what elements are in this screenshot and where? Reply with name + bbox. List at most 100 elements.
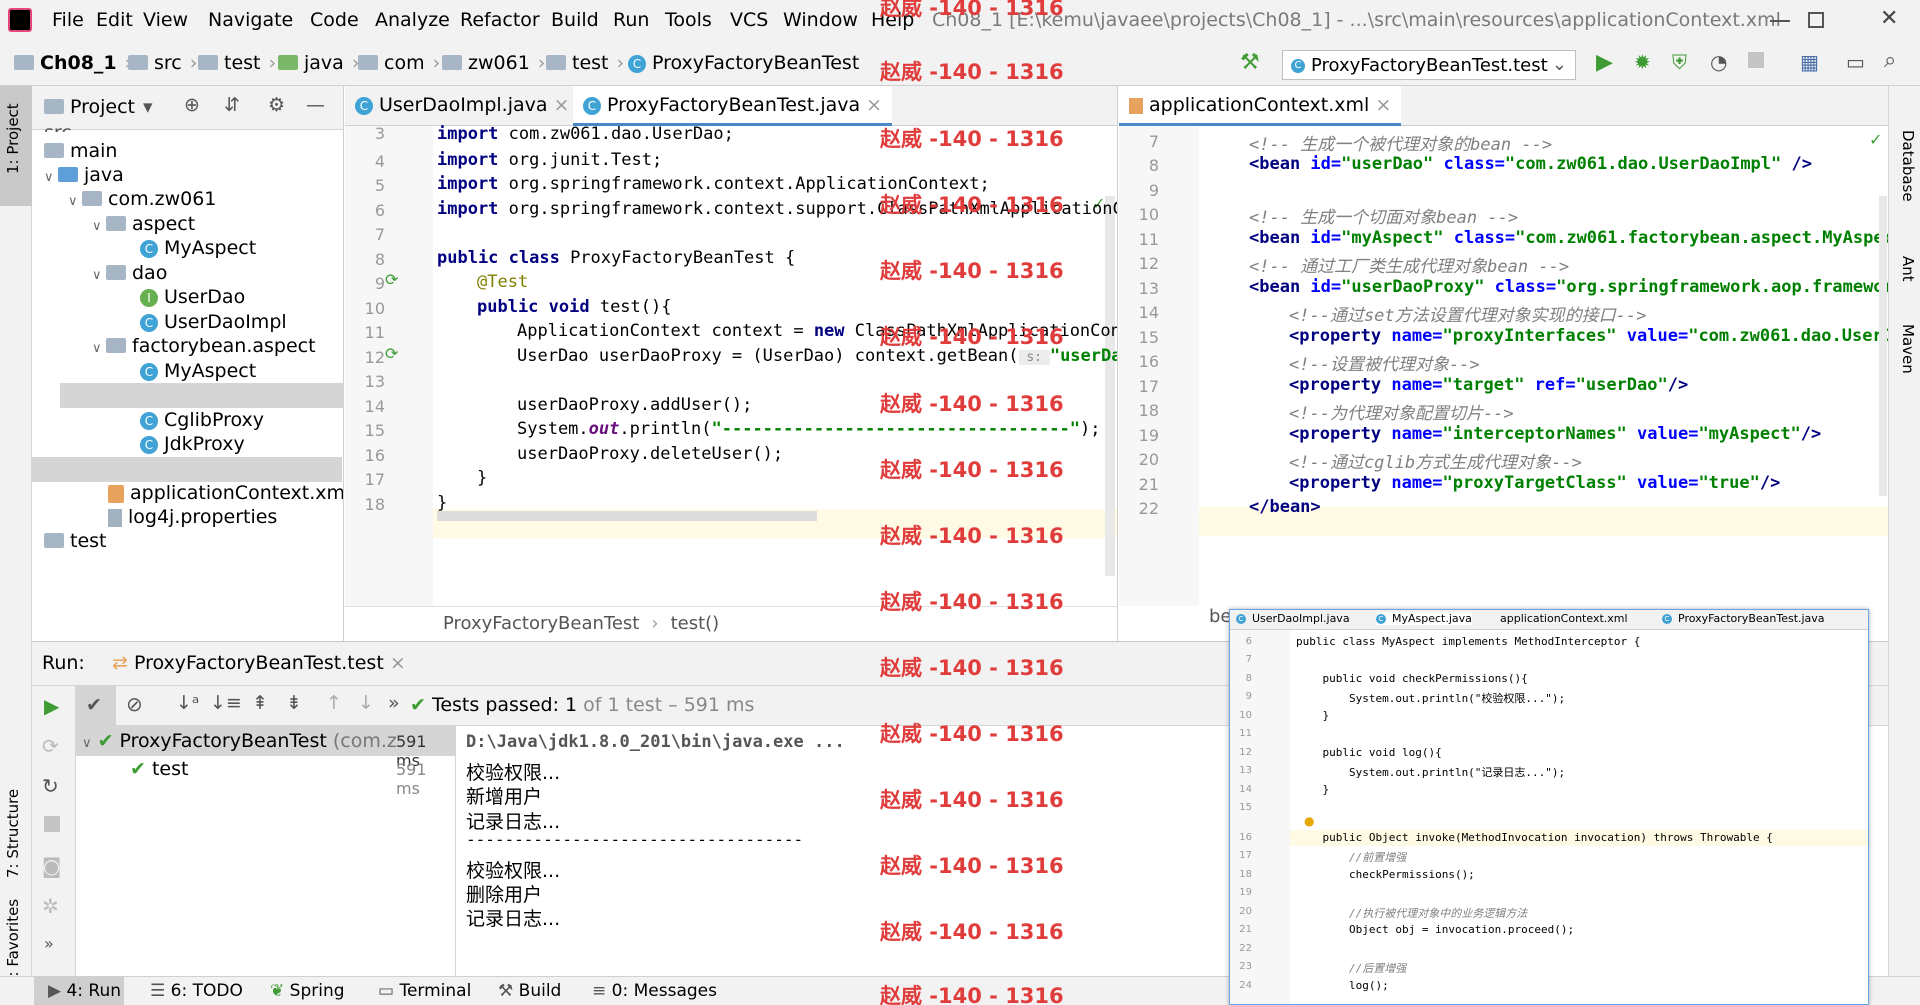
camera-icon[interactable]: ◙	[42, 854, 61, 878]
menu-navigate[interactable]: Navigate	[208, 9, 293, 31]
stop-icon[interactable]	[1748, 52, 1764, 68]
menu-analyze[interactable]: Analyze	[375, 9, 450, 31]
code-line[interactable]: ApplicationContext context = new ClassPa…	[517, 321, 1117, 341]
coverage-icon[interactable]: ⛨	[1672, 50, 1687, 74]
breadcrumb-test-pkg[interactable]: test ›	[546, 52, 624, 74]
code-line[interactable]: userDaoProxy.addUser();	[517, 395, 752, 415]
build-hammer-icon[interactable]: ⚒	[1240, 50, 1260, 75]
tree-item-applicationcontext[interactable]: applicationContext.xml	[108, 482, 343, 504]
more-icon[interactable]: »	[44, 934, 54, 953]
tab-proxyfactorybeantest[interactable]: C ProxyFactoryBeanTest.java ×	[573, 86, 893, 126]
tree-item-jdkproxy[interactable]: C JdkProxy	[140, 433, 245, 455]
profile-icon[interactable]: ◔	[1710, 50, 1727, 74]
tool-tab-terminal[interactable]: ▭ Terminal	[378, 981, 471, 1001]
locate-icon[interactable]: ⊕	[184, 94, 200, 116]
vertical-scrollbar[interactable]	[1879, 196, 1887, 496]
breadcrumb-class[interactable]: C ProxyFactoryBeanTest	[628, 52, 859, 74]
tree-item-aspect[interactable]: ∨ aspect	[92, 213, 195, 235]
menu-help[interactable]: Help	[871, 9, 914, 31]
code-line[interactable]: <!--为代理对象配置切片-->	[1289, 399, 1514, 424]
code-line[interactable]: <!-- 生成一个被代理对象的bean -->	[1249, 130, 1552, 155]
tree-item-myaspect-2[interactable]: C MyAspect	[140, 360, 256, 382]
breadcrumb-com[interactable]: com ›	[358, 52, 440, 74]
tree-item-test[interactable]: test	[44, 530, 107, 552]
tab-userdaoimpl[interactable]: C UserDaoImpl.java ×	[345, 86, 579, 126]
run-gutter-icon[interactable]: ⟳	[385, 270, 398, 289]
code-line[interactable]: userDaoProxy.deleteUser();	[517, 444, 783, 464]
code-line[interactable]: <!-- 通过工厂类生成代理对象bean -->	[1249, 252, 1569, 277]
tree-item-userdao[interactable]: I UserDao	[140, 286, 245, 308]
code-line[interactable]: <property name="proxyInterfaces" value="…	[1289, 326, 1888, 346]
sort-duration-icon[interactable]: ↓≡	[210, 692, 242, 714]
tree-item-factorybean-aspect[interactable]: ∨ factorybean.aspect	[92, 335, 316, 357]
project-panel-title[interactable]: Project	[70, 96, 135, 118]
code-line[interactable]: <!--设置被代理对象-->	[1289, 350, 1480, 375]
tab-applicationcontext[interactable]: applicationContext.xml ×	[1119, 86, 1402, 126]
tool-tab-database[interactable]: Database	[1899, 130, 1917, 202]
breadcrumb-zw061[interactable]: zw061 ›	[442, 52, 545, 74]
test-case-row[interactable]: ✔ test	[130, 758, 188, 780]
rerun-failed-icon[interactable]: ⟳	[42, 734, 59, 758]
menu-code[interactable]: Code	[310, 9, 359, 31]
menu-window[interactable]: Window	[783, 9, 858, 31]
menu-refactor[interactable]: Refactor	[460, 9, 540, 31]
rerun-icon[interactable]: ▶	[44, 694, 59, 718]
collapse-icon[interactable]: ⇵	[224, 94, 240, 116]
breadcrumb-src[interactable]: src ›	[128, 52, 197, 74]
menu-build[interactable]: Build	[551, 9, 599, 31]
toggle-auto-test-icon[interactable]: ↻	[42, 774, 59, 798]
project-structure-icon[interactable]: ▦	[1800, 50, 1819, 74]
code-line[interactable]: @Test	[477, 272, 528, 292]
minimize-icon[interactable]	[1770, 20, 1790, 22]
code-line[interactable]: import com.zw061.dao.UserDao;	[437, 124, 734, 144]
code-line[interactable]: import org.junit.Test;	[437, 150, 662, 170]
run-tab[interactable]: ⇄ ProxyFactoryBeanTest.test ×	[112, 652, 406, 674]
restore-icon[interactable]	[1808, 12, 1824, 28]
code-line[interactable]: <property name="proxyTargetClass" value=…	[1289, 473, 1780, 493]
menu-file[interactable]: File	[52, 9, 84, 31]
stop-icon[interactable]	[44, 816, 60, 832]
run-config-select[interactable]: C ProxyFactoryBeanTest.test ⌄	[1282, 50, 1576, 80]
code-line[interactable]: public class ProxyFactoryBeanTest {	[437, 248, 795, 268]
code-line[interactable]: <bean id="myAspect" class="com.zw061.fac…	[1249, 228, 1888, 248]
close-icon[interactable]: ×	[554, 94, 570, 116]
close-icon[interactable]: ×	[1375, 94, 1391, 116]
tool-tab-todo[interactable]: ☰ 6: TODO	[150, 981, 243, 1001]
code-line[interactable]: <!--通过set方法设置代理对象实现的接口-->	[1289, 301, 1646, 326]
tree-item-userdaoimpl[interactable]: C UserDaoImpl	[140, 311, 287, 333]
tool-tab-run[interactable]: ▶ 4: Run	[48, 981, 121, 1001]
menu-tools[interactable]: Tools	[665, 9, 712, 31]
tool-tab-project[interactable]: 1: Project	[4, 103, 22, 174]
close-icon[interactable]: ✕	[1880, 8, 1902, 30]
breadcrumb-test[interactable]: test ›	[198, 52, 276, 74]
gear-icon[interactable]: ⚙	[268, 94, 285, 116]
chevron-down-icon[interactable]: ▾	[143, 96, 153, 118]
tree-item-main[interactable]: main	[44, 140, 117, 162]
terminal-icon[interactable]: ▭	[1846, 50, 1865, 74]
test-suite-row[interactable]: ∨ ✔ ProxyFactoryBeanTest (com.z	[82, 730, 397, 752]
sort-alpha-icon[interactable]: ↓ᵃ	[176, 692, 199, 714]
run-gutter-icon[interactable]: ⟳	[385, 344, 398, 363]
menu-edit[interactable]: Edit	[96, 9, 133, 31]
code-line[interactable]: <property name="target" ref="userDao"/>	[1289, 375, 1688, 395]
code-line[interactable]: System.out.println("--------------------…	[517, 419, 1100, 439]
tool-tab-ant[interactable]: Ant	[1899, 256, 1917, 282]
tree-item-java[interactable]: ∨ java	[44, 164, 124, 186]
tree-item-log4j[interactable]: log4j.properties	[108, 506, 277, 528]
tool-tab-structure[interactable]: 7: Structure	[4, 789, 22, 878]
code-line[interactable]: <bean id="userDaoProxy" class="org.sprin…	[1249, 277, 1888, 297]
tree-item-dao[interactable]: ∨ dao	[92, 262, 167, 284]
menu-view[interactable]: View	[143, 9, 188, 31]
settings-icon[interactable]: ✲	[42, 894, 59, 918]
code-line[interactable]: <!--通过cglib方式生成代理对象-->	[1289, 448, 1582, 473]
prev-icon[interactable]: ↑	[326, 692, 342, 714]
code-line[interactable]: <bean id="userDao" class="com.zw061.dao.…	[1249, 154, 1812, 174]
code-line[interactable]: <!-- 生成一个切面对象bean -->	[1249, 203, 1518, 228]
menu-run[interactable]: Run	[613, 9, 649, 31]
breadcrumb-java[interactable]: java ›	[278, 52, 359, 74]
tree-item-cglibproxy[interactable]: C CglibProxy	[140, 409, 264, 431]
hide-icon[interactable]: —	[306, 94, 325, 116]
crumb-method[interactable]: test()	[671, 613, 720, 634]
tool-tab-maven[interactable]: Maven	[1899, 324, 1917, 374]
code-line[interactable]: }	[477, 468, 487, 488]
